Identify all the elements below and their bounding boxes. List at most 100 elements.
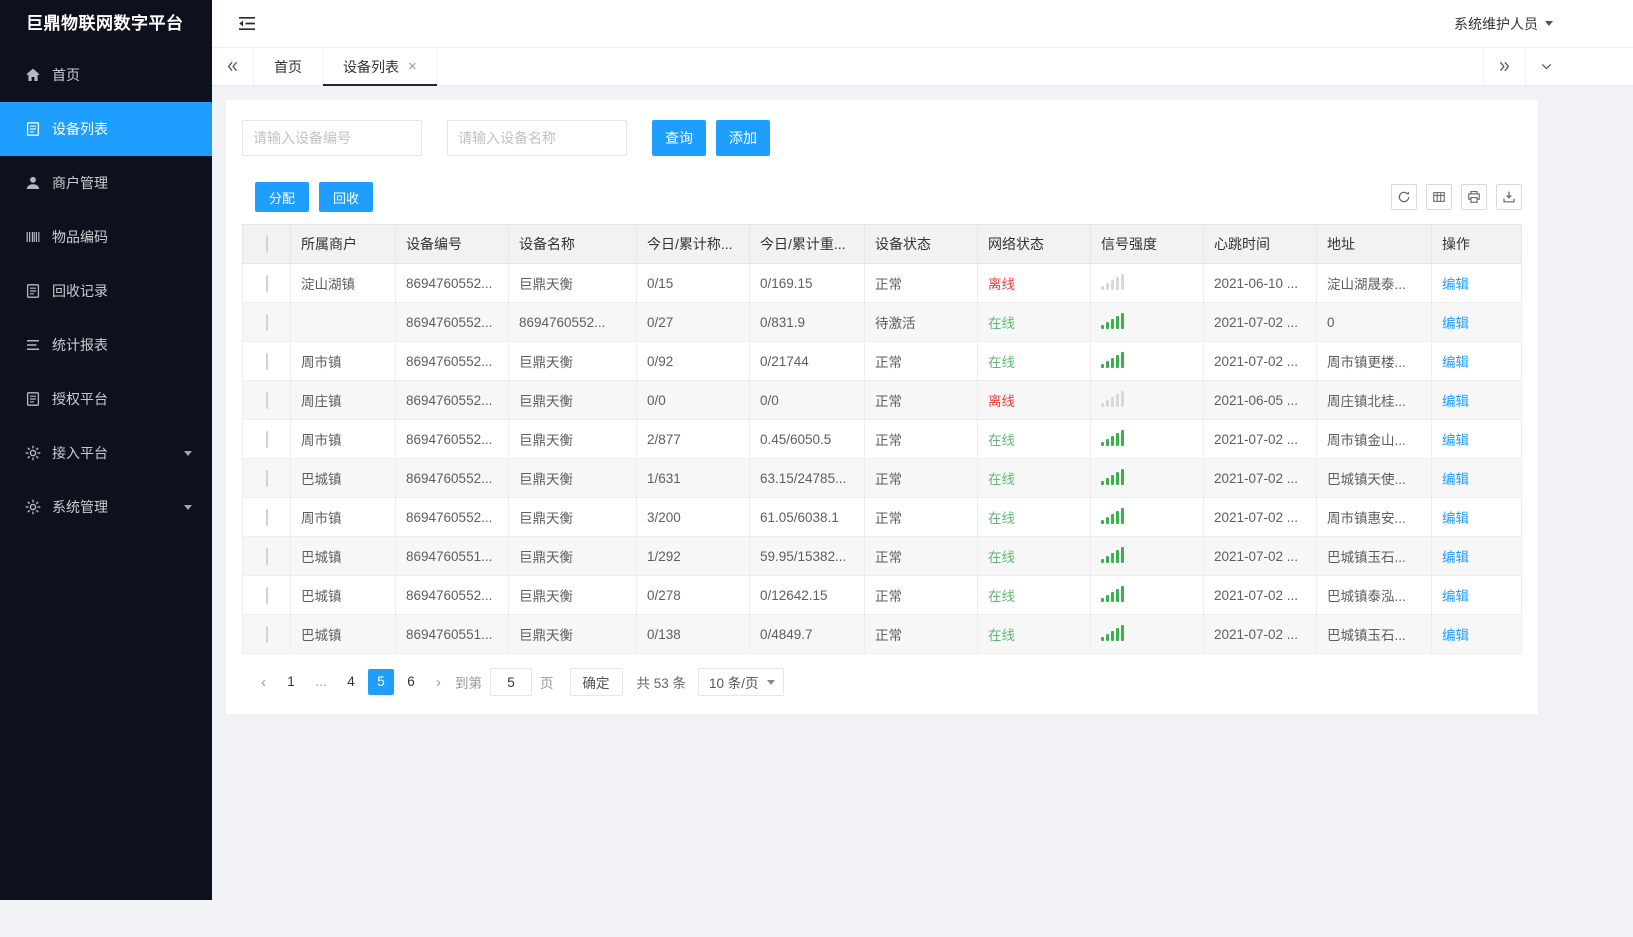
sidebar-item-2[interactable]: 商户管理 [0,156,212,210]
sidebar-menu: 首页 设备列表 商户管理 物品编码回收记录统计报表授权平台接入平台系统管理 [0,48,212,534]
column-header: 今日/累计重... [749,224,865,264]
cell-device-name: 巨鼎天衡 [508,575,637,615]
next-page-button[interactable]: › [430,674,447,691]
row-checkbox[interactable] [265,274,268,292]
cell-heartbeat: 2021-07-02 ... [1203,536,1317,576]
cell-heartbeat: 2021-07-02 ... [1203,341,1317,381]
tabs-scroll-left-button[interactable] [212,48,254,85]
cell-merchant: 巴城镇 [290,458,396,498]
row-checkbox[interactable] [265,313,268,331]
chevron-down-icon [1545,20,1553,30]
refresh-icon [1397,190,1411,204]
chevron-down-icon [184,505,192,514]
main-area: 系统维护人员 首页 设备列表 × 查询 [212,0,1633,900]
cell-device-no: 8694760552... [395,575,509,615]
sidebar-item-5[interactable]: 统计报表 [0,318,212,372]
row-checkbox[interactable] [265,430,268,448]
table-row: 巴城镇 8694760552... 巨鼎天衡 0/278 0/12642.15 正常 在线 2… [242,575,1522,615]
cell-address: 巴城镇天使... [1316,458,1432,498]
columns-button[interactable] [1426,184,1452,210]
page-button-1[interactable]: 1 [278,669,304,695]
row-checkbox[interactable] [265,625,268,643]
sidebar-item-7[interactable]: 接入平台 [0,426,212,480]
cell-device-name: 巨鼎天衡 [508,341,637,381]
cell-device-name: 巨鼎天衡 [508,458,637,498]
close-icon[interactable]: × [408,59,417,74]
row-checkbox[interactable] [265,586,268,604]
export-button[interactable] [1496,184,1522,210]
column-header: 地址 [1316,224,1432,264]
goto-confirm-button[interactable]: 确定 [569,668,623,696]
tabs-menu-button[interactable] [1525,48,1567,85]
edit-link[interactable]: 编辑 [1442,550,1469,565]
cell-heartbeat: 2021-07-02 ... [1203,575,1317,615]
cell-weigh-count: 0/15 [636,263,750,303]
signal-strength-icon [1101,312,1124,329]
edit-link[interactable]: 编辑 [1442,433,1469,448]
assign-button[interactable]: 分配 [255,182,310,212]
edit-link[interactable]: 编辑 [1442,511,1469,526]
page-button-5[interactable]: 5 [368,669,394,695]
cell-device-status: 正常 [864,614,978,654]
signal-strength-icon [1101,390,1124,407]
select-all-checkbox[interactable] [265,235,268,253]
sidebar-collapse-icon[interactable] [238,16,256,31]
device-name-input[interactable] [447,120,627,156]
cell-operation: 编辑 [1431,341,1522,381]
sidebar: 巨鼎物联网数字平台 首页 设备列表 商户管理 物品编码 回收记录 统计报表 授权平台 接入平台… [0,0,212,900]
refresh-button[interactable] [1391,184,1417,210]
cell-weigh-count: 0/27 [636,302,750,342]
tabs-scroll-right-button[interactable] [1483,48,1525,85]
table-row: 巴城镇 8694760551... 巨鼎天衡 1/292 59.95/15382... 正… [242,536,1522,576]
goto-page-input[interactable] [490,668,532,696]
sidebar-item-8[interactable]: 系统管理 [0,480,212,534]
row-checkbox[interactable] [265,352,268,370]
chevron-down-icon [766,679,775,689]
edit-link[interactable]: 编辑 [1442,628,1469,643]
column-header: 今日/累计称... [636,224,750,264]
row-checkbox[interactable] [265,508,268,526]
cell-address: 巴城镇泰泓... [1316,575,1432,615]
cell-signal [1090,575,1204,615]
cell-weigh-weight: 0/4849.7 [749,614,865,654]
edit-link[interactable]: 编辑 [1442,277,1469,292]
edit-link[interactable]: 编辑 [1442,589,1469,604]
column-header: 设备状态 [864,224,978,264]
search-button[interactable]: 查询 [652,120,706,156]
prev-page-button[interactable]: ‹ [255,674,272,691]
tab-label: 设备列表 [343,58,399,75]
user-dropdown[interactable]: 系统维护人员 [1454,14,1553,34]
cell-address: 巴城镇玉石... [1316,536,1432,576]
device-list-icon [25,121,41,137]
recycle-button[interactable]: 回收 [319,182,374,212]
sidebar-item-label: 回收记录 [52,283,108,299]
edit-link[interactable]: 编辑 [1442,394,1469,409]
sidebar-item-3[interactable]: 物品编码 [0,210,212,264]
edit-link[interactable]: 编辑 [1442,355,1469,370]
sidebar-item-6[interactable]: 授权平台 [0,372,212,426]
cell-operation: 编辑 [1431,575,1522,615]
page-numbers: 1... 4 5 6 [276,669,426,695]
cell-device-status: 正常 [864,536,978,576]
sidebar-item-1[interactable]: 设备列表 [0,102,212,156]
page-button-4[interactable]: 4 [338,669,364,695]
edit-link[interactable]: 编辑 [1442,316,1469,331]
row-checkbox[interactable] [265,391,268,409]
page-button-6[interactable]: 6 [398,669,424,695]
row-checkbox[interactable] [265,469,268,487]
cell-operation: 编辑 [1431,497,1522,537]
add-button[interactable]: 添加 [716,120,770,156]
edit-link[interactable]: 编辑 [1442,472,1469,487]
row-checkbox[interactable] [265,547,268,565]
sidebar-item-4[interactable]: 回收记录 [0,264,212,318]
cell-device-no: 8694760552... [395,263,509,303]
page-size-select[interactable]: 10 条/页 [698,668,784,696]
cell-network-status: 在线 [977,497,1091,537]
sidebar-item-label: 统计报表 [52,337,108,353]
tab-1[interactable]: 设备列表 × [323,48,438,86]
print-button[interactable] [1461,184,1487,210]
tab-0[interactable]: 首页 [254,48,323,85]
device-no-input[interactable] [242,120,422,156]
sidebar-item-label: 接入平台 [52,445,108,461]
sidebar-item-0[interactable]: 首页 [0,48,212,102]
